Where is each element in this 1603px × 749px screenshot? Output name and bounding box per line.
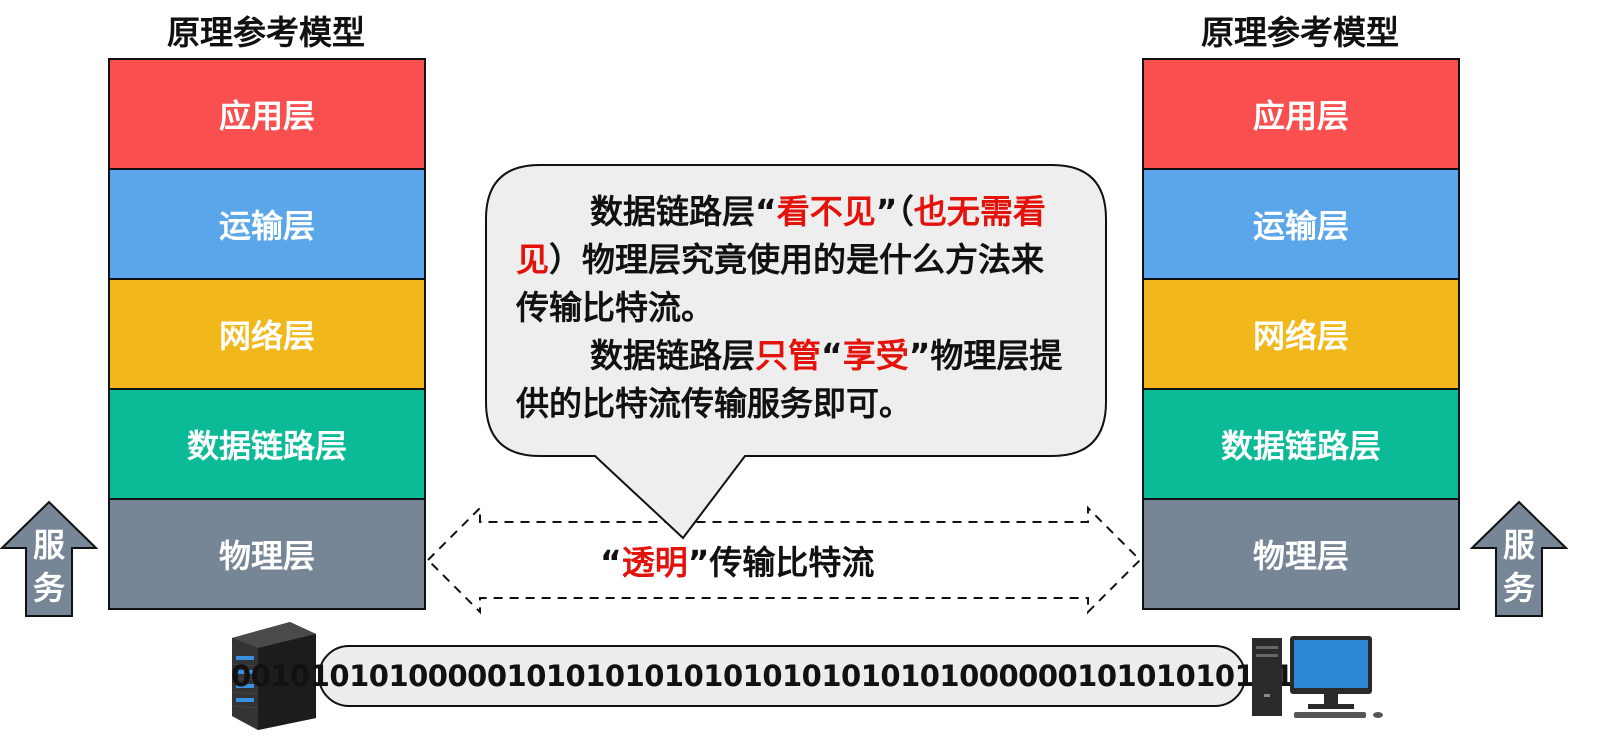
bitstream-box: 0010101010000010101010101010101010101000… xyxy=(231,645,1334,707)
transparent-transfer-label: “透明”传输比特流 xyxy=(600,543,875,582)
callout-paragraph-2: 数据链路层只管“享受”物理层提供的比特流传输服务即可。 xyxy=(516,336,1063,423)
callout-text: 数据链路层“看不见”（也无需看见）物理层究竟使用的是什么方法来传输比特流。 数据… xyxy=(516,188,1076,428)
callout-paragraph-1: 数据链路层“看不见”（也无需看见）物理层究竟使用的是什么方法来传输比特流。 xyxy=(516,192,1046,327)
desktop-computer-icon xyxy=(1252,636,1383,718)
